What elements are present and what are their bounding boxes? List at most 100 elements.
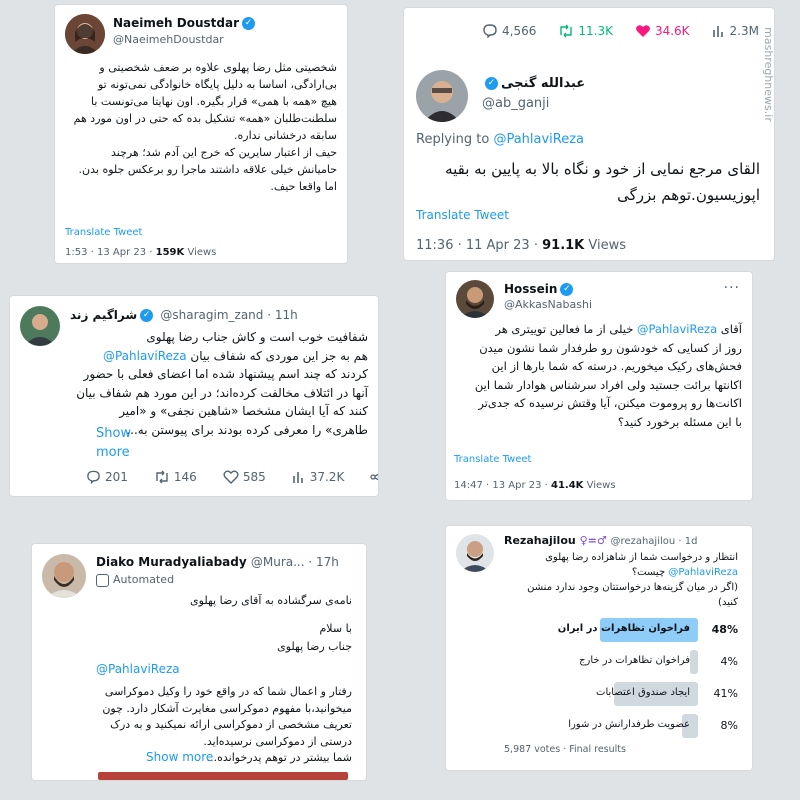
text-line: (اگر در میان گزینه‌ها درخواستتان وجود ند… bbox=[527, 582, 738, 593]
text-line: سابقه درخشانی نداره. bbox=[234, 129, 337, 142]
poll-option-percent: 41% bbox=[713, 687, 738, 700]
text-line: حامیانش خیلی علاقه داشتند ماجرا رو برعکس… bbox=[78, 163, 337, 176]
replying-prefix: Replying to bbox=[416, 132, 494, 147]
author-name[interactable]: Naeimeh Doustdar ✓ bbox=[113, 16, 258, 30]
text-line-with-mention: آقای @PahlaviReza خیلی از ما فعالین تویی… bbox=[454, 320, 742, 339]
show-more-link[interactable]: Show more bbox=[146, 750, 213, 764]
retweet-action[interactable]: 146 bbox=[154, 470, 197, 484]
text-line: اما واقعا حیف. bbox=[270, 180, 337, 193]
poll-option-percent: 8% bbox=[720, 719, 738, 732]
like-action[interactable]: 585 bbox=[223, 470, 266, 484]
author-handle[interactable]: @ab_ganji bbox=[482, 96, 549, 111]
mention-link[interactable]: @PahlaviReza bbox=[96, 662, 180, 676]
avatar[interactable] bbox=[456, 534, 494, 572]
translate-tweet-link[interactable]: Translate Tweet bbox=[65, 227, 142, 238]
author-handle[interactable]: @sharagim_zand · 11h bbox=[160, 308, 297, 322]
views-count: 37.2K bbox=[309, 470, 345, 484]
time-text[interactable]: 11:36 · 11 Apr 23 · bbox=[416, 238, 542, 253]
poll-option-label: فراخوان تظاهرات در ایران bbox=[557, 623, 690, 634]
poll-votes-summary: 5,987 votes · Final results bbox=[504, 744, 626, 755]
text-line-with-mention: هم به جز این موردی که شفاف بیان @Pahlavi… bbox=[20, 347, 368, 366]
author-name-text[interactable]: شراگیم زند bbox=[70, 308, 137, 322]
author-handle[interactable]: @rezahajilou · 1d bbox=[611, 536, 698, 547]
replying-to: Replying to @PahlaviReza bbox=[416, 132, 584, 147]
views-count: 2.3M bbox=[729, 24, 759, 38]
mention-link[interactable]: @PahlaviReza bbox=[493, 132, 584, 147]
verified-badge-icon: ✓ bbox=[242, 17, 255, 30]
poll-option: ایجاد صندوق اعتصابات 41% bbox=[494, 682, 738, 706]
views-label: Views bbox=[184, 247, 217, 258]
mention-link[interactable]: @PahlaviReza bbox=[637, 322, 717, 336]
tweet-text: شخصیتی مثل رضا پهلوی علاوه بر ضعف شخصیتی… bbox=[65, 59, 337, 195]
show-more-link[interactable]: Show more bbox=[96, 424, 146, 462]
more-options-icon[interactable]: ··· bbox=[724, 280, 740, 296]
reply-icon bbox=[483, 24, 497, 38]
text-line: آقای bbox=[720, 322, 742, 336]
tweet-card-muradyaliabady[interactable]: Diako Muradyaliabady @Mura... · 17h Auto… bbox=[32, 544, 366, 780]
poll-option: فراخوان تظاهرات در خارج 4% bbox=[494, 650, 738, 674]
heart-icon bbox=[223, 470, 239, 484]
automated-label: Automated bbox=[96, 573, 174, 587]
author-name-text[interactable]: عبدالله گنجی bbox=[501, 76, 585, 91]
text-line: اکانتها برائت جستید ولی افراد سرشناس هوا… bbox=[474, 377, 742, 392]
text-line: شخصیتی مثل رضا پهلوی علاوه بر ضعف شخصیتی… bbox=[99, 61, 337, 74]
author-name[interactable]: Rezahajilou ♀=♂ @rezahajilou · 1d bbox=[504, 534, 697, 547]
author-handle[interactable]: @NaeimehDoustdar bbox=[113, 33, 224, 46]
tweet-card-ganji[interactable]: 4,566 11.3K 34.6K 2.3M ✓ عبدالله گنجی @ab… bbox=[404, 8, 774, 260]
author-handle[interactable]: @Mura... · 17h bbox=[251, 555, 339, 569]
reply-count: 201 bbox=[105, 470, 128, 484]
share-icon[interactable] bbox=[370, 470, 378, 484]
reply-action[interactable]: 201 bbox=[86, 470, 128, 484]
time-text[interactable]: 14:47 · 13 Apr 23 · bbox=[454, 480, 551, 491]
tweet-text: انتظار و درخواست شما از شاهزاده رضا پهلو… bbox=[504, 550, 738, 610]
letter-title: نامه‌ی سرگشاده به آقای رضا پهلوی bbox=[190, 594, 352, 607]
poll-option-label: ایجاد صندوق اعتصابات bbox=[596, 687, 690, 698]
tweet-card-poll-rezahajilou[interactable]: Rezahajilou ♀=♂ @rezahajilou · 1d انتظار… bbox=[446, 526, 752, 770]
reply-icon bbox=[87, 470, 100, 484]
text-line: حیف از اعتبار سایرین که خرج این آدم شد؛ … bbox=[110, 146, 337, 159]
tweet-card-hossein[interactable]: Hossein ✓ @AkkasNabashi ··· آقای @Pahlavi… bbox=[446, 272, 752, 500]
text-line: چیست؟ bbox=[631, 567, 666, 578]
author-name-text[interactable]: Rezahajilou bbox=[504, 534, 576, 547]
avatar[interactable] bbox=[65, 14, 105, 54]
text-line: خیلی از ما فعالین توییتری هر bbox=[495, 322, 634, 336]
text-line: کنند که آیا ایشان مشخصا «شاهین نجفی» و «… bbox=[119, 404, 368, 418]
text-line: بی‌ارادگی، اساسا به دلیل پایگاه خانوادگی… bbox=[98, 78, 337, 91]
mention-link[interactable]: @PahlaviReza bbox=[103, 349, 187, 363]
author-name[interactable]: Hossein ✓ bbox=[504, 282, 576, 296]
avatar[interactable] bbox=[456, 280, 494, 318]
author-name[interactable]: Diako Muradyaliabady @Mura... · 17h bbox=[96, 555, 339, 569]
author-name[interactable]: ✓ عبدالله گنجی bbox=[482, 76, 585, 91]
reply-action[interactable]: 4,566 bbox=[482, 24, 536, 38]
views-action[interactable]: 2.3M bbox=[712, 24, 759, 38]
views-label: Views bbox=[583, 480, 616, 491]
text-line: کردند که چند اسم پیشنهاد شده اما اعضای ف… bbox=[83, 367, 368, 381]
like-action[interactable]: 34.6K bbox=[635, 24, 690, 38]
views-action[interactable]: 37.2K bbox=[292, 470, 345, 484]
retweet-action[interactable]: 11.3K bbox=[558, 24, 613, 38]
author-name[interactable]: شراگیم زند ✓ @sharagim_zand · 11h bbox=[70, 308, 298, 322]
text-line: هیچ «همه با همی» قرار بگیره. اون نهایتا … bbox=[91, 95, 337, 108]
translate-tweet-link[interactable]: Translate Tweet bbox=[416, 208, 509, 222]
reply-count: 4,566 bbox=[502, 24, 537, 38]
time-text[interactable]: 1:53 · 13 Apr 23 · bbox=[65, 247, 156, 258]
tweet-card-zand[interactable]: شراگیم زند ✓ @sharagim_zand · 11h شفافیت … bbox=[10, 296, 378, 496]
avatar[interactable] bbox=[416, 70, 468, 122]
like-count: 34.6K bbox=[654, 24, 690, 38]
gender-symbols-icon: ♀=♂ bbox=[579, 534, 607, 547]
translate-tweet-link[interactable]: Translate Tweet bbox=[454, 454, 531, 465]
tweet-card-doustdar[interactable]: Naeimeh Doustdar ✓ @NaeimehDoustdar شخصیت… bbox=[55, 5, 347, 263]
author-name-text[interactable]: Hossein bbox=[504, 282, 557, 296]
views-icon bbox=[292, 472, 303, 483]
tweet-timestamp: 14:47 · 13 Apr 23 · 41.4K Views bbox=[454, 480, 616, 491]
author-handle[interactable]: @AkkasNabashi bbox=[504, 298, 592, 311]
mention-link[interactable]: @PahlaviReza bbox=[668, 567, 738, 578]
text-line: جناب رضا پهلوی bbox=[277, 640, 352, 653]
retweet-icon bbox=[560, 24, 573, 38]
text-line: اپوزیسیون.توهم بزرگی bbox=[617, 186, 760, 204]
author-name-text[interactable]: Naeimeh Doustdar bbox=[113, 16, 239, 30]
engagement-bar: 4,566 11.3K 34.6K 2.3M bbox=[482, 24, 759, 38]
heart-icon bbox=[636, 25, 650, 37]
views-count: 91.1K bbox=[542, 238, 585, 253]
author-name-text[interactable]: Diako Muradyaliabady bbox=[96, 555, 247, 569]
